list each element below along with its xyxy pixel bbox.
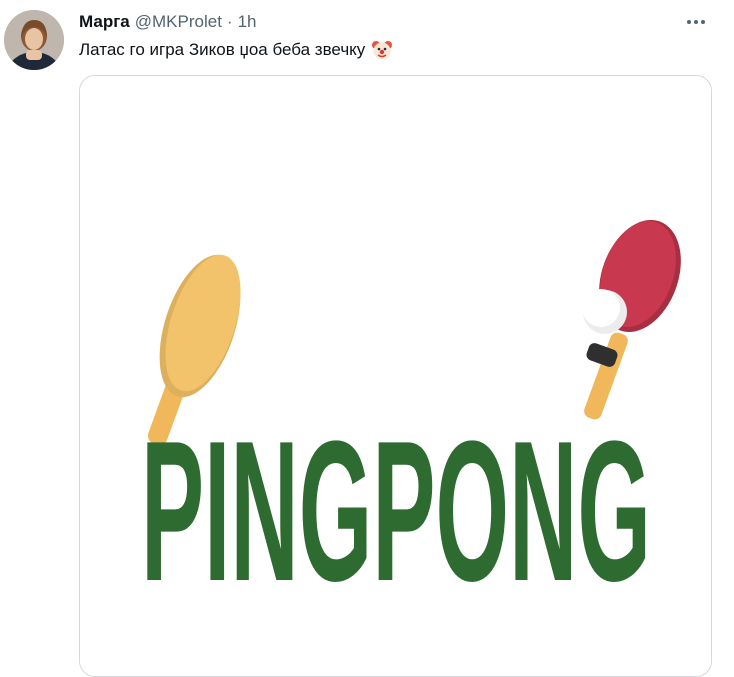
tweet-text: Латас го игра Зиков џоа беба звечку — [79, 38, 393, 62]
media-card[interactable]: PINGPONG — [79, 75, 712, 677]
pingpong-title: PINGPONG — [141, 400, 651, 623]
user-handle[interactable]: @MKProlet — [135, 12, 222, 32]
avatar-image — [4, 10, 64, 70]
tweet-text-content: Латас го игра Зиков џоа беба звечку — [79, 40, 366, 59]
separator-dot: · — [226, 12, 233, 31]
clown-face-icon — [372, 41, 393, 60]
more-options-button[interactable] — [682, 10, 710, 34]
display-name[interactable]: Марга — [79, 12, 130, 32]
tweet[interactable]: Марга @MKProlet · 1h Латас го игра Зиков… — [0, 0, 734, 677]
more-horizontal-icon-dot — [694, 20, 698, 24]
more-horizontal-icon-dot — [701, 20, 705, 24]
tweet-header: Марга @MKProlet · 1h — [79, 11, 257, 33]
timestamp[interactable]: 1h — [238, 12, 257, 32]
avatar[interactable] — [4, 10, 64, 70]
more-horizontal-icon — [687, 20, 691, 24]
media-image: PINGPONG — [80, 76, 711, 676]
